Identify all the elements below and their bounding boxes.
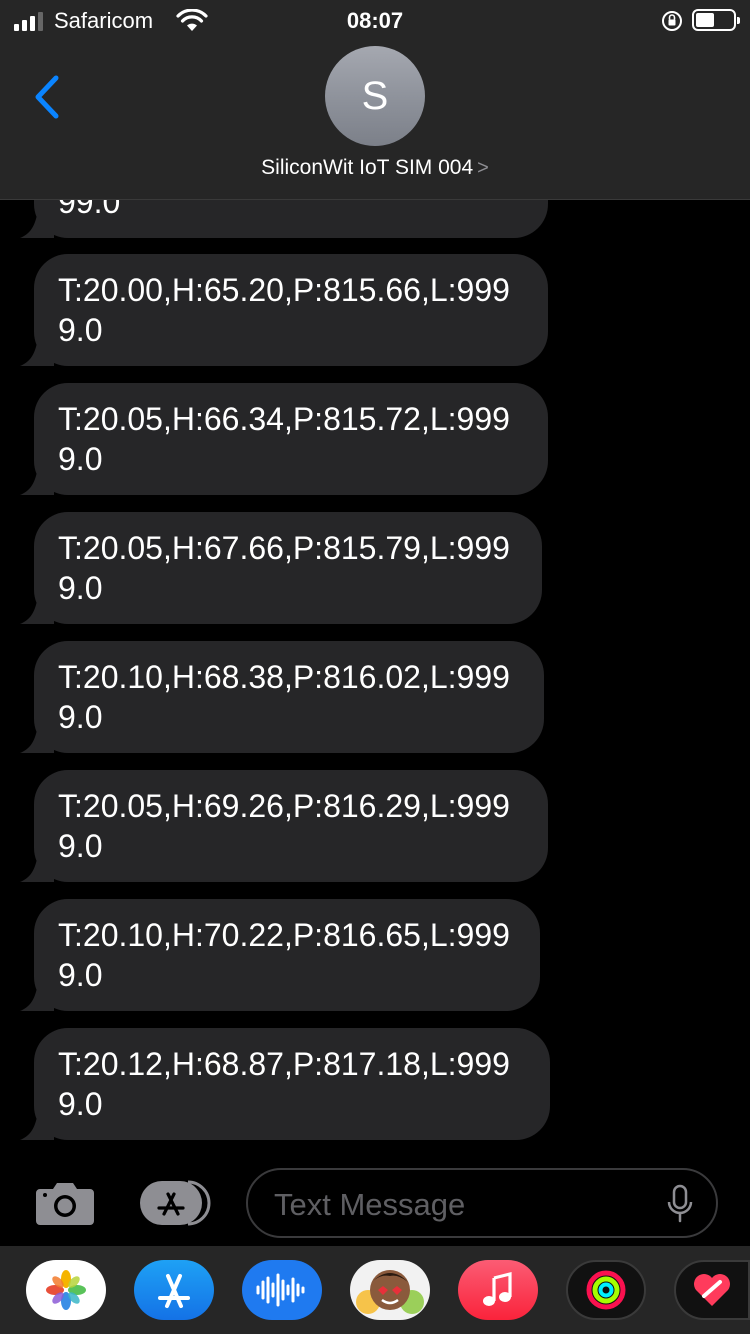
message-bubble[interactable]: T:20.10,H:70.22,P:816.65,L:9999.0 bbox=[20, 899, 540, 1011]
message-text: T:20.05,H:69.26,P:816.29,L:9999.0 bbox=[58, 788, 510, 864]
bubble-tail bbox=[20, 594, 54, 624]
bubble-tail bbox=[20, 852, 54, 882]
message-text: T:20.10,H:70.22,P:816.65,L:9999.0 bbox=[58, 917, 510, 993]
microphone-icon[interactable] bbox=[666, 1184, 694, 1224]
apps-button[interactable] bbox=[138, 1180, 214, 1226]
music-app-icon[interactable] bbox=[458, 1260, 538, 1320]
camera-button[interactable] bbox=[34, 1180, 96, 1226]
message-text: T:20.00,H:65.20,P:815.66,L:9999.0 bbox=[58, 272, 510, 348]
message-text: T:20.10,H:68.38,P:816.02,L:9999.0 bbox=[58, 659, 510, 735]
message-bubble[interactable]: T:20.10,H:68.38,P:816.02,L:9999.0 bbox=[20, 641, 544, 753]
app-store-app-icon[interactable] bbox=[134, 1260, 214, 1320]
activity-app-icon[interactable] bbox=[566, 1260, 646, 1320]
message-bubble[interactable]: T:20.05,H:66.34,P:815.72,L:9999.0 bbox=[20, 383, 548, 495]
memoji-app-icon[interactable] bbox=[350, 1260, 430, 1320]
contact-name-button[interactable]: SiliconWit IoT SIM 004 > bbox=[0, 156, 750, 180]
rotation-lock-icon bbox=[662, 11, 682, 31]
back-button[interactable] bbox=[28, 72, 68, 122]
status-bar: Safaricom 08:07 bbox=[0, 0, 750, 40]
message-bubble[interactable]: T:20.00,H:65.20,P:815.66,L:9999.0 bbox=[20, 254, 548, 366]
message-text: T:20.05,H:66.34,P:815.72,L:9999.0 bbox=[58, 401, 510, 477]
message-input-placeholder: Text Message bbox=[274, 1187, 466, 1222]
message-bubble[interactable]: T:20.05,H:67.66,P:815.79,L:9999.0 bbox=[20, 512, 542, 624]
avatar-letter: S bbox=[361, 73, 389, 118]
bubble-tail bbox=[20, 723, 54, 753]
message-text: T:20.12,H:68.87,P:817.18,L:9999.0 bbox=[58, 1046, 510, 1122]
bubble-tail bbox=[20, 465, 54, 495]
message-text: T:20.05,H:67.66,P:815.79,L:9999.0 bbox=[58, 530, 510, 606]
message-bubble[interactable]: T:20.05,H:69.26,P:816.29,L:9999.0 bbox=[20, 770, 548, 882]
digital-touch-app-icon[interactable] bbox=[674, 1260, 750, 1320]
message-input[interactable]: Text Message bbox=[246, 1168, 718, 1238]
audio-app-icon[interactable] bbox=[242, 1260, 322, 1320]
camera-icon bbox=[36, 1183, 94, 1225]
bubble-tail bbox=[20, 981, 54, 1011]
bubble-tail bbox=[20, 208, 54, 238]
bubble-tail bbox=[20, 1110, 54, 1140]
app-drawer bbox=[0, 1246, 750, 1334]
chevron-right-icon: > bbox=[477, 157, 489, 179]
contact-name: SiliconWit IoT SIM 004 bbox=[261, 156, 474, 179]
clock: 08:07 bbox=[346, 8, 404, 33]
bubble-tail bbox=[20, 336, 54, 366]
message-bubble[interactable]: T:20.12,H:68.87,P:817.18,L:9999.0 bbox=[20, 1028, 550, 1140]
app-store-icon bbox=[140, 1180, 211, 1226]
photos-app-icon[interactable] bbox=[26, 1260, 106, 1320]
chevron-left-icon bbox=[35, 75, 59, 119]
battery-icon bbox=[692, 9, 740, 31]
contact-avatar[interactable]: S bbox=[325, 46, 425, 146]
